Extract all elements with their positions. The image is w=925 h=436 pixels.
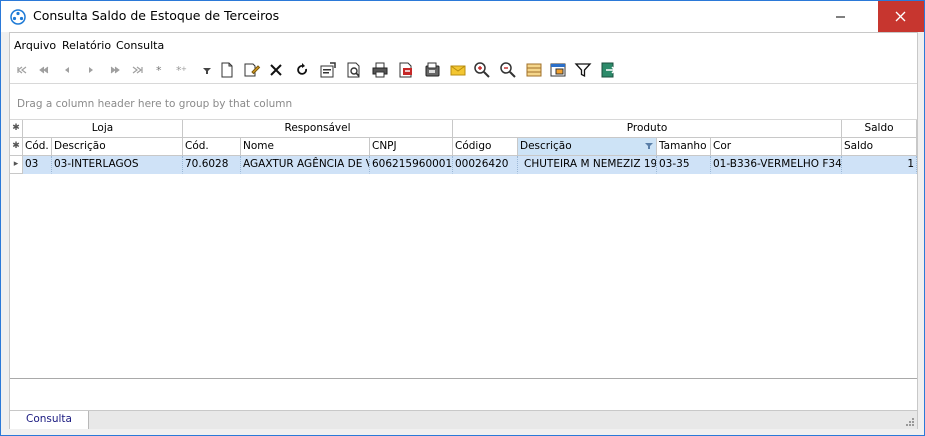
grid-layout-icon[interactable] — [524, 60, 544, 80]
col-resp-cnpj[interactable]: CNPJ — [370, 138, 453, 156]
menu-consulta[interactable]: Consulta — [116, 39, 164, 52]
close-button[interactable] — [878, 1, 924, 32]
close-icon — [895, 11, 906, 22]
print-icon[interactable] — [370, 60, 390, 80]
main-window: Consulta Saldo de Estoque de Terceiros A… — [0, 0, 925, 436]
table-cell[interactable]: 70.6028 — [183, 156, 241, 174]
table-cell[interactable]: 03-INTERLAGOS — [52, 156, 183, 174]
col-saldo[interactable]: Saldo — [842, 138, 917, 156]
group-by-hint: Drag a column header here to group by th… — [17, 98, 293, 110]
toolbar: * * + — [10, 58, 917, 80]
col-prod-descricao-label: Descrição — [520, 140, 572, 152]
band-responsavel[interactable]: Responsável — [183, 120, 453, 138]
delete-icon[interactable] — [266, 60, 286, 80]
col-prod-descricao[interactable]: Descrição — [518, 138, 657, 156]
column-filter-icon[interactable] — [645, 142, 653, 150]
email-icon[interactable] — [448, 60, 468, 80]
title-bar: Consulta Saldo de Estoque de Terceiros — [1, 1, 924, 32]
window-title: Consulta Saldo de Estoque de Terceiros — [33, 8, 280, 23]
data-grid[interactable]: ✱ Loja Responsável Produto Saldo ✱ Cód. … — [10, 120, 917, 378]
last-record-button[interactable] — [127, 60, 147, 80]
table-cell[interactable]: 03-35 — [657, 156, 711, 174]
col-loja-cod[interactable]: Cód. — [23, 138, 52, 156]
fax-icon[interactable] — [422, 60, 442, 80]
prior-record-button[interactable] — [57, 60, 77, 80]
insert-record-icon[interactable]: * — [150, 60, 170, 80]
table-cell[interactable]: 01-B336-VERMELHO F3452 — [711, 156, 842, 174]
app-logo-icon — [10, 9, 26, 25]
table-cell[interactable]: AGAXTUR AGÊNCIA DE VI — [241, 156, 370, 174]
row-indicator-icon[interactable]: ▸ — [10, 156, 23, 174]
prior-page-button[interactable] — [35, 60, 55, 80]
table-cell[interactable]: 1 — [842, 156, 917, 174]
new-document-icon[interactable] — [217, 60, 237, 80]
resize-grip-icon[interactable] — [905, 417, 915, 427]
print-preview-icon[interactable] — [344, 60, 364, 80]
properties-icon[interactable] — [318, 60, 338, 80]
first-record-button[interactable] — [13, 60, 33, 80]
table-cell[interactable]: 00026420 — [453, 156, 518, 174]
col-prod-cor[interactable]: Cor — [711, 138, 842, 156]
group-by-panel[interactable]: Drag a column header here to group by th… — [10, 83, 917, 120]
table-cell[interactable]: CHUTEIRA M NEMEZIZ 19 4 — [518, 156, 657, 174]
export-icon[interactable] — [396, 60, 416, 80]
col-prod-codigo[interactable]: Código — [453, 138, 518, 156]
grid-footer — [10, 378, 917, 409]
col-resp-nome[interactable]: Nome — [241, 138, 370, 156]
header-corner-icon: ✱ — [10, 138, 23, 156]
next-record-button[interactable] — [81, 60, 101, 80]
band-produto[interactable]: Produto — [453, 120, 842, 138]
band-corner-icon: ✱ — [10, 120, 23, 138]
svg-text:+: + — [181, 65, 187, 73]
band-loja[interactable]: Loja — [23, 120, 183, 138]
filter-small-icon[interactable] — [197, 60, 217, 80]
exit-icon[interactable] — [598, 60, 618, 80]
col-loja-descricao[interactable]: Descrição — [52, 138, 183, 156]
menu-relatorio[interactable]: Relatório — [62, 39, 111, 52]
minimize-button[interactable] — [817, 1, 863, 32]
col-prod-tamanho[interactable]: Tamanho — [657, 138, 711, 156]
zoom-in-icon[interactable] — [472, 60, 492, 80]
client-area: Arquivo Relatório Consulta * * + Drag a … — [9, 32, 918, 429]
filter-icon[interactable] — [573, 60, 593, 80]
append-record-icon[interactable]: * + — [172, 60, 192, 80]
zoom-out-icon[interactable] — [498, 60, 518, 80]
menu-bar: Arquivo Relatório Consulta — [10, 36, 917, 54]
refresh-icon[interactable] — [292, 60, 312, 80]
customize-columns-icon[interactable] — [548, 60, 568, 80]
band-saldo[interactable]: Saldo — [842, 120, 917, 138]
edit-document-icon[interactable] — [241, 60, 261, 80]
col-resp-cod[interactable]: Cód. — [183, 138, 241, 156]
table-cell[interactable]: 6062159600017 — [370, 156, 453, 174]
next-page-button[interactable] — [105, 60, 125, 80]
svg-text:*: * — [156, 64, 162, 77]
tab-consulta[interactable]: Consulta — [10, 411, 89, 429]
table-cell[interactable]: 03 — [23, 156, 52, 174]
tab-strip: Consulta — [10, 410, 917, 429]
menu-arquivo[interactable]: Arquivo — [14, 39, 56, 52]
